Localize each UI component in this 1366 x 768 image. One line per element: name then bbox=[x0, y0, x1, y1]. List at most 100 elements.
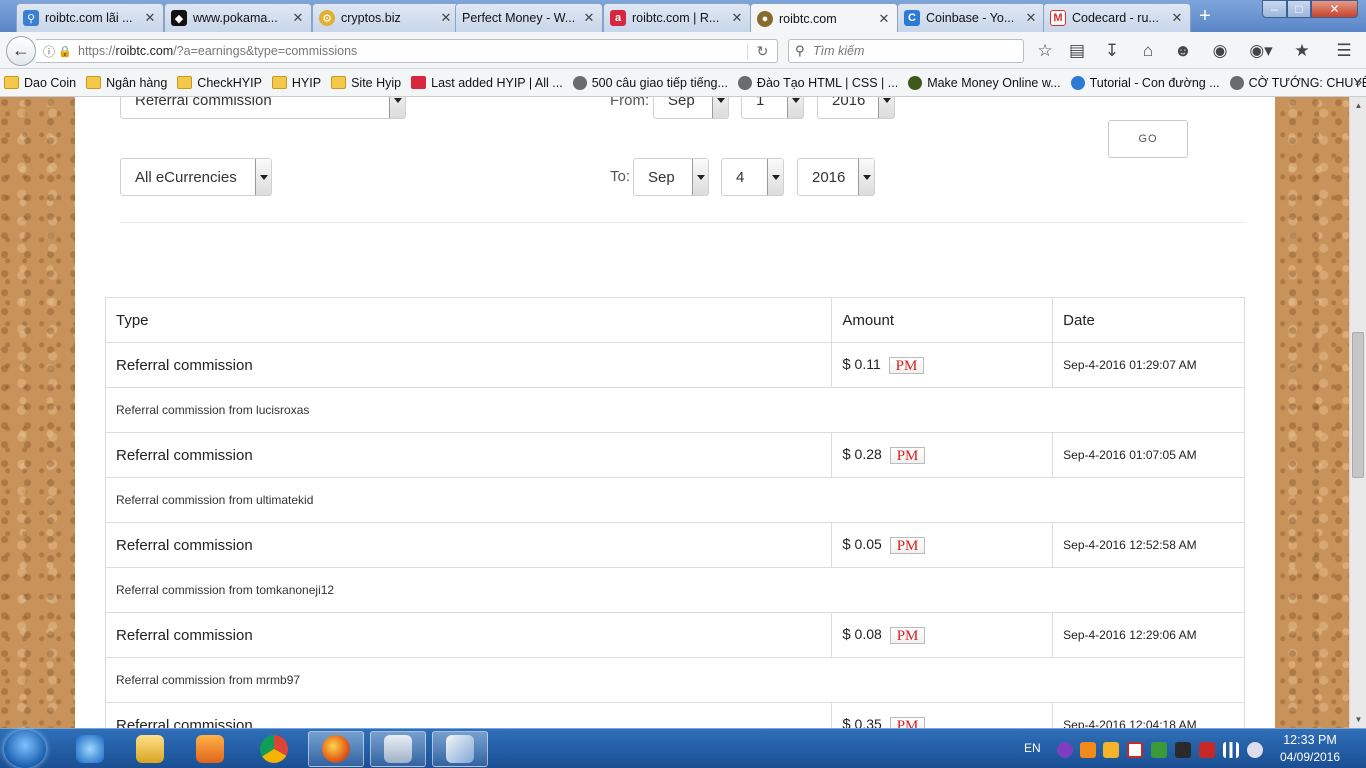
bookmark-site-hyip[interactable]: Site Hyip bbox=[327, 72, 405, 94]
folder-icon bbox=[136, 735, 164, 763]
lock-icon: 🔒 bbox=[58, 45, 72, 58]
pocket-icon[interactable]: ◉ bbox=[1209, 40, 1231, 62]
to-year-value: 2016 bbox=[812, 168, 846, 186]
taskbar-calculator[interactable] bbox=[370, 731, 426, 767]
from-day-value: 1 bbox=[756, 97, 765, 109]
taskbar-paint[interactable] bbox=[432, 731, 488, 767]
tab-codecard[interactable]: M Codecard - ru... ✕ bbox=[1043, 3, 1191, 32]
bookmark-ngan-hang[interactable]: Ngân hàng bbox=[82, 72, 171, 94]
tray-flag-icon[interactable] bbox=[1199, 742, 1215, 758]
scrollbar-thumb[interactable] bbox=[1352, 332, 1364, 478]
tray-app-icon[interactable] bbox=[1057, 742, 1073, 758]
download-arrow-icon[interactable]: ↧ bbox=[1101, 40, 1123, 62]
clock-time: 12:33 PM bbox=[1283, 733, 1337, 747]
folder-icon bbox=[4, 76, 19, 89]
tray-app-icon[interactable] bbox=[1080, 742, 1096, 758]
dropdown-arrow-icon bbox=[255, 159, 271, 195]
volume-icon[interactable] bbox=[1247, 742, 1263, 758]
address-bar[interactable]: ⓘ 🔒 https://roibtc.com/?a=earnings&type=… bbox=[36, 39, 778, 63]
tray-app-icon[interactable] bbox=[1103, 742, 1119, 758]
info-icon[interactable]: ⓘ bbox=[40, 43, 58, 60]
tray-app-icon[interactable] bbox=[1127, 742, 1143, 758]
language-indicator[interactable]: EN bbox=[1024, 741, 1041, 755]
chevron-right-icon[interactable]: » bbox=[1355, 74, 1362, 89]
to-year-select[interactable]: 2016 bbox=[797, 158, 875, 196]
reload-icon[interactable]: ↻ bbox=[747, 42, 777, 60]
adblock-icon[interactable]: ◉▾ bbox=[1244, 40, 1278, 62]
bookmark-make-money[interactable]: Make Money Online w... bbox=[904, 72, 1064, 94]
clipboard-icon[interactable]: ▤ bbox=[1066, 40, 1088, 62]
windows-start-icon[interactable] bbox=[4, 730, 46, 768]
menu-hamburger-icon[interactable]: ☰ bbox=[1333, 40, 1355, 62]
taskbar-internet-explorer[interactable] bbox=[62, 731, 118, 767]
scroll-down-arrow-icon[interactable]: ▼ bbox=[1350, 711, 1366, 728]
from-month-select[interactable]: Sep bbox=[653, 97, 729, 119]
to-month-select[interactable]: Sep bbox=[633, 158, 709, 196]
maximize-window-button[interactable]: □ bbox=[1287, 0, 1311, 18]
tab-coinbase[interactable]: C Coinbase - Yo... ✕ bbox=[897, 3, 1045, 32]
tab-roibtc-active[interactable]: ● roibtc.com ✕ bbox=[750, 3, 898, 33]
back-arrow-icon[interactable]: ← bbox=[6, 36, 36, 66]
close-icon[interactable]: ✕ bbox=[439, 10, 453, 26]
row-date: Sep-4-2016 01:29:07 AM bbox=[1063, 358, 1197, 372]
close-icon[interactable]: ✕ bbox=[877, 11, 891, 27]
tab-perfect-money[interactable]: Perfect Money - W... ✕ bbox=[455, 3, 603, 32]
url-text[interactable]: https://roibtc.com/?a=earnings&type=comm… bbox=[78, 44, 747, 58]
go-button[interactable]: GO bbox=[1108, 120, 1188, 158]
tab-pokama[interactable]: ◆ www.pokama... ✕ bbox=[164, 3, 312, 32]
bookmark-hyip[interactable]: HYIP bbox=[268, 72, 325, 94]
scroll-up-arrow-icon[interactable]: ▲ bbox=[1350, 97, 1366, 114]
chrome-icon bbox=[260, 735, 288, 763]
new-tab-plus-icon[interactable]: + bbox=[1194, 6, 1216, 26]
bookmark-co-tuong[interactable]: CỜ TƯỚNG: CHUYÊN ... bbox=[1226, 72, 1366, 94]
bookmark-tutorial[interactable]: Tutorial - Con đường ... bbox=[1067, 72, 1224, 94]
pm-badge: PM bbox=[889, 716, 926, 728]
tray-app-icon[interactable] bbox=[1151, 742, 1167, 758]
minimize-window-button[interactable]: – bbox=[1262, 0, 1287, 18]
taskbar-chrome[interactable] bbox=[246, 731, 302, 767]
chat-icon[interactable]: ☻ bbox=[1172, 40, 1194, 62]
search-box[interactable]: ⚲ bbox=[788, 39, 1024, 63]
currency-symbol: $ bbox=[842, 536, 851, 554]
url-path: /?a=earnings&type=commissions bbox=[173, 44, 358, 58]
close-icon[interactable]: ✕ bbox=[730, 10, 744, 26]
home-icon[interactable]: ⌂ bbox=[1137, 40, 1159, 62]
extension-icon[interactable]: ★ bbox=[1291, 40, 1313, 62]
bookmark-dao-tao-html[interactable]: Đào Tạo HTML | CSS | ... bbox=[734, 72, 902, 94]
bookmark-dao-coin[interactable]: Dao Coin bbox=[0, 72, 80, 94]
from-year-select[interactable]: 2016 bbox=[817, 97, 895, 119]
signal-bars-icon[interactable] bbox=[1223, 742, 1239, 758]
folder-icon bbox=[177, 76, 193, 89]
close-window-button[interactable]: ✕ bbox=[1311, 0, 1358, 18]
to-day-select[interactable]: 4 bbox=[721, 158, 784, 196]
type-select[interactable]: Referral commission bbox=[120, 97, 406, 119]
bookmark-checkhyip[interactable]: CheckHYIP bbox=[173, 72, 266, 94]
divider bbox=[120, 222, 1245, 223]
from-month-value: Sep bbox=[668, 97, 695, 109]
globe-icon bbox=[1229, 75, 1244, 90]
close-icon[interactable]: ✕ bbox=[291, 10, 305, 26]
clock[interactable]: 12:33 PM 04/09/2016 bbox=[1274, 733, 1346, 764]
star-bookmark-icon[interactable]: ☆ bbox=[1034, 40, 1056, 62]
media-player-icon bbox=[196, 735, 224, 763]
currency-select[interactable]: All eCurrencies bbox=[120, 158, 272, 196]
tab-roibtc-search[interactable]: ⚲ roibtc.com lãi ... ✕ bbox=[16, 3, 164, 32]
magnifier-icon: ⚲ bbox=[23, 10, 39, 26]
tab-cryptos[interactable]: ⚙ cryptos.biz ✕ bbox=[312, 3, 460, 32]
vertical-scrollbar[interactable]: ▲ ▼ bbox=[1349, 97, 1366, 728]
bookmark-500-cau[interactable]: 500 câu giao tiếp tiếng... bbox=[569, 72, 732, 94]
close-icon[interactable]: ✕ bbox=[143, 10, 157, 26]
network-icon[interactable] bbox=[1175, 742, 1191, 758]
tab-roibtc-r[interactable]: a roibtc.com | R... ✕ bbox=[603, 3, 751, 32]
close-icon[interactable]: ✕ bbox=[1170, 10, 1184, 26]
firefox-icon bbox=[322, 735, 350, 763]
from-day-select[interactable]: 1 bbox=[741, 97, 804, 119]
taskbar-firefox[interactable] bbox=[308, 731, 364, 767]
bookmark-last-added-hyip[interactable]: Last added HYIP | All ... bbox=[407, 72, 567, 94]
close-icon[interactable]: ✕ bbox=[1024, 10, 1038, 26]
taskbar-media-player[interactable] bbox=[182, 731, 238, 767]
taskbar-file-explorer[interactable] bbox=[122, 731, 178, 767]
row-date: Sep-4-2016 12:04:18 AM bbox=[1063, 718, 1197, 728]
search-input[interactable] bbox=[813, 44, 1013, 58]
close-icon[interactable]: ✕ bbox=[582, 10, 596, 26]
